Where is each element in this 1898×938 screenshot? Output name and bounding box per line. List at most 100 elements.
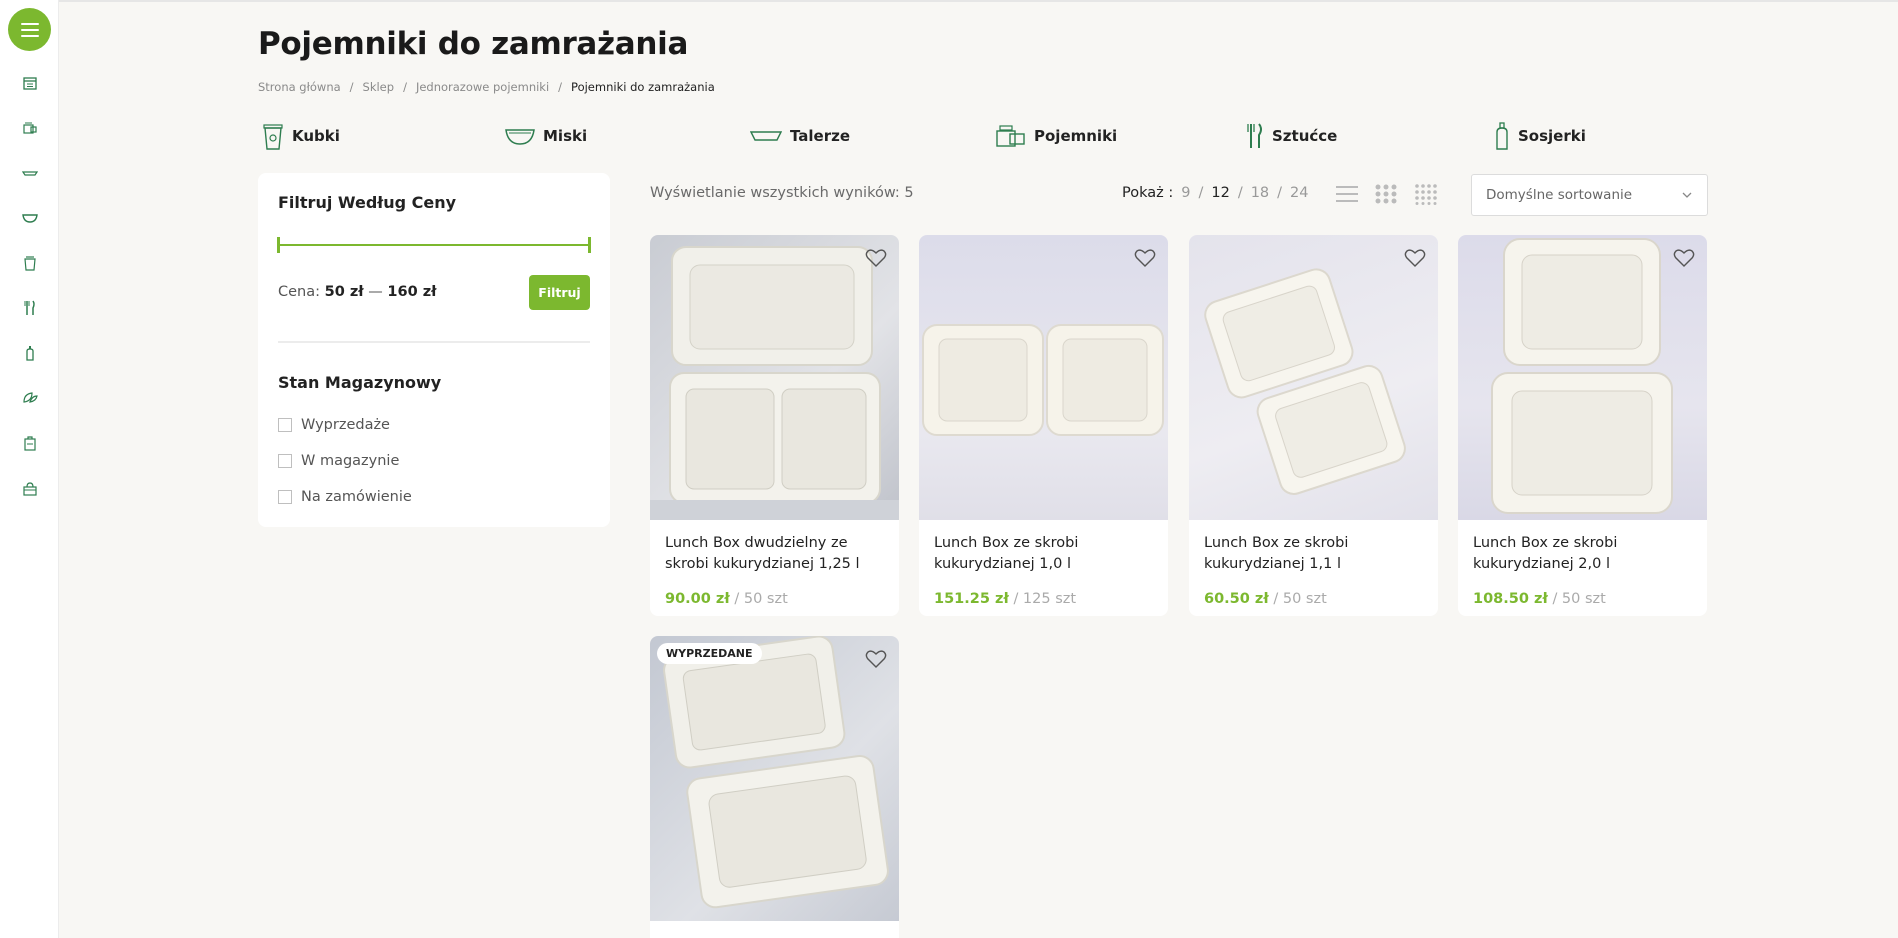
per-page-option-12[interactable]: 12 — [1211, 185, 1229, 201]
cutlery-icon — [1246, 123, 1264, 149]
chevron-down-icon — [1682, 192, 1692, 198]
per-page-option-18[interactable]: 18 — [1251, 185, 1269, 201]
product-image[interactable] — [650, 235, 899, 520]
stock-option-sale[interactable]: Wyprzedaże — [278, 417, 390, 433]
category-label: Pojemniki — [1034, 127, 1118, 145]
price-unit: / 50 szt — [734, 591, 788, 607]
cup-icon — [262, 122, 284, 150]
price-label: Cena: — [278, 284, 321, 300]
grid-4-view-icon[interactable] — [1414, 183, 1438, 205]
stock-option-label: Na zamówienie — [301, 489, 412, 505]
product-name[interactable]: Lunch Box ze skrobi kukurydzianej 1,0 l — [934, 533, 1159, 575]
per-page-separator: / — [1198, 185, 1204, 201]
per-page-option-24[interactable]: 24 — [1290, 185, 1308, 201]
product-card[interactable]: WYPRZEDANE — [650, 636, 899, 938]
sold-out-badge: WYPRZEDANE — [657, 643, 762, 664]
breadcrumb-home[interactable]: Strona główna — [258, 80, 341, 94]
breadcrumb-shop[interactable]: Sklep — [363, 80, 395, 94]
checkbox[interactable] — [278, 490, 292, 504]
category-label: Miski — [543, 127, 588, 145]
price-separator: — — [368, 284, 383, 300]
leaf-icon[interactable] — [19, 387, 41, 409]
container-icon — [996, 124, 1026, 148]
product-card[interactable]: Lunch Box ze skrobi kukurydzianej 2,0 l … — [1458, 235, 1707, 616]
divider — [278, 341, 590, 343]
category-label: Talerze — [790, 127, 851, 145]
product-image[interactable] — [919, 235, 1168, 520]
plate-icon[interactable] — [19, 162, 41, 184]
breadcrumb-separator: / — [349, 80, 354, 94]
per-page-selector: Pokaż : 9 / 12 / 18 / 24 — [1122, 185, 1309, 201]
product-name[interactable]: Lunch Box ze skrobi kukurydzianej 2,0 l — [1473, 533, 1698, 575]
product-name[interactable]: Lunch Box dwudzielny ze skrobi kukurydzi… — [665, 533, 890, 575]
product-image[interactable] — [1458, 235, 1707, 520]
breadcrumb-separator: / — [403, 80, 407, 94]
stock-option-label: Wyprzedaże — [301, 417, 390, 433]
plate-icon — [750, 129, 782, 143]
category-label: Kubki — [292, 127, 340, 145]
product-price: 151.25 zł / 125 szt — [934, 591, 1076, 607]
bottle-icon — [1494, 122, 1510, 150]
breadcrumb-disposable-containers[interactable]: Jednorazowe pojemniki — [416, 80, 549, 94]
category-sztucce[interactable]: Sztućce — [1246, 120, 1337, 152]
gift-box-icon[interactable] — [19, 477, 41, 499]
breadcrumb-current: Pojemniki do zamrażania — [571, 80, 715, 94]
price-unit: / 125 szt — [1013, 591, 1077, 607]
heart-icon[interactable] — [1404, 248, 1426, 268]
heart-icon[interactable] — [1673, 248, 1695, 268]
stock-filter-title: Stan Magazynowy — [278, 373, 442, 392]
checkbox[interactable] — [278, 418, 292, 432]
price-value: 151.25 zł — [934, 591, 1009, 607]
container-icon[interactable] — [19, 117, 41, 139]
price-slider-track[interactable] — [278, 244, 590, 246]
price-min: 50 zł — [324, 284, 364, 300]
product-card[interactable]: Lunch Box ze skrobi kukurydzianej 1,1 l … — [1189, 235, 1438, 616]
heart-icon[interactable] — [865, 649, 887, 669]
price-value: 90.00 zł — [665, 591, 730, 607]
bowl-icon[interactable] — [19, 207, 41, 229]
product-image[interactable]: WYPRZEDANE — [650, 636, 899, 921]
stock-option-label: W magazynie — [301, 453, 400, 469]
grid-3-view-icon[interactable] — [1374, 183, 1398, 205]
price-filter-title: Filtruj Według Ceny — [278, 193, 457, 212]
hamburger-icon — [20, 22, 39, 37]
product-card[interactable]: Lunch Box dwudzielny ze skrobi kukurydzi… — [650, 235, 899, 616]
calendar-icon[interactable] — [19, 72, 41, 94]
product-card[interactable]: Lunch Box ze skrobi kukurydzianej 1,0 l … — [919, 235, 1168, 616]
heart-icon[interactable] — [1134, 248, 1156, 268]
category-bar: Kubki Miski Talerze Pojemniki Sztućce So… — [262, 120, 1662, 152]
product-name[interactable]: Lunch Box ze skrobi kukurydzianej 1,1 l — [1204, 533, 1429, 575]
price-value: 108.50 zł — [1473, 591, 1548, 607]
menu-button[interactable] — [8, 8, 51, 51]
category-sosjerki[interactable]: Sosjerki — [1494, 120, 1586, 152]
price-unit: / 50 szt — [1273, 591, 1327, 607]
stock-option-in-stock[interactable]: W magazynie — [278, 453, 399, 469]
price-value: 60.50 zł — [1204, 591, 1269, 607]
product-price: 60.50 zł / 50 szt — [1204, 591, 1327, 607]
sort-label: Domyślne sortowanie — [1486, 187, 1633, 203]
cutlery-icon[interactable] — [19, 297, 41, 319]
bag-icon[interactable] — [19, 432, 41, 454]
price-max: 160 zł — [387, 284, 437, 300]
category-kubki[interactable]: Kubki — [262, 120, 340, 152]
list-view-icon[interactable] — [1335, 183, 1359, 205]
price-slider-max-handle[interactable] — [588, 237, 591, 253]
bottle-icon[interactable] — [19, 342, 41, 364]
price-slider-min-handle[interactable] — [277, 237, 280, 253]
price-range-text: Cena: 50 zł — 160 zł — [278, 284, 437, 300]
category-miski[interactable]: Miski — [505, 120, 587, 152]
filter-button[interactable]: Filtruj — [529, 275, 590, 310]
stock-option-on-order[interactable]: Na zamówienie — [278, 489, 412, 505]
per-page-option-9[interactable]: 9 — [1181, 185, 1190, 201]
checkbox[interactable] — [278, 454, 292, 468]
category-talerze[interactable]: Talerze — [750, 120, 850, 152]
per-page-separator: / — [1277, 185, 1283, 201]
cup-icon[interactable] — [19, 252, 41, 274]
category-pojemniki[interactable]: Pojemniki — [996, 120, 1117, 152]
price-unit: / 50 szt — [1552, 591, 1606, 607]
product-price: 90.00 zł / 50 szt — [665, 591, 788, 607]
category-label: Sosjerki — [1518, 127, 1586, 145]
sort-select[interactable]: Domyślne sortowanie — [1471, 174, 1708, 216]
heart-icon[interactable] — [865, 248, 887, 268]
product-image[interactable] — [1189, 235, 1438, 520]
